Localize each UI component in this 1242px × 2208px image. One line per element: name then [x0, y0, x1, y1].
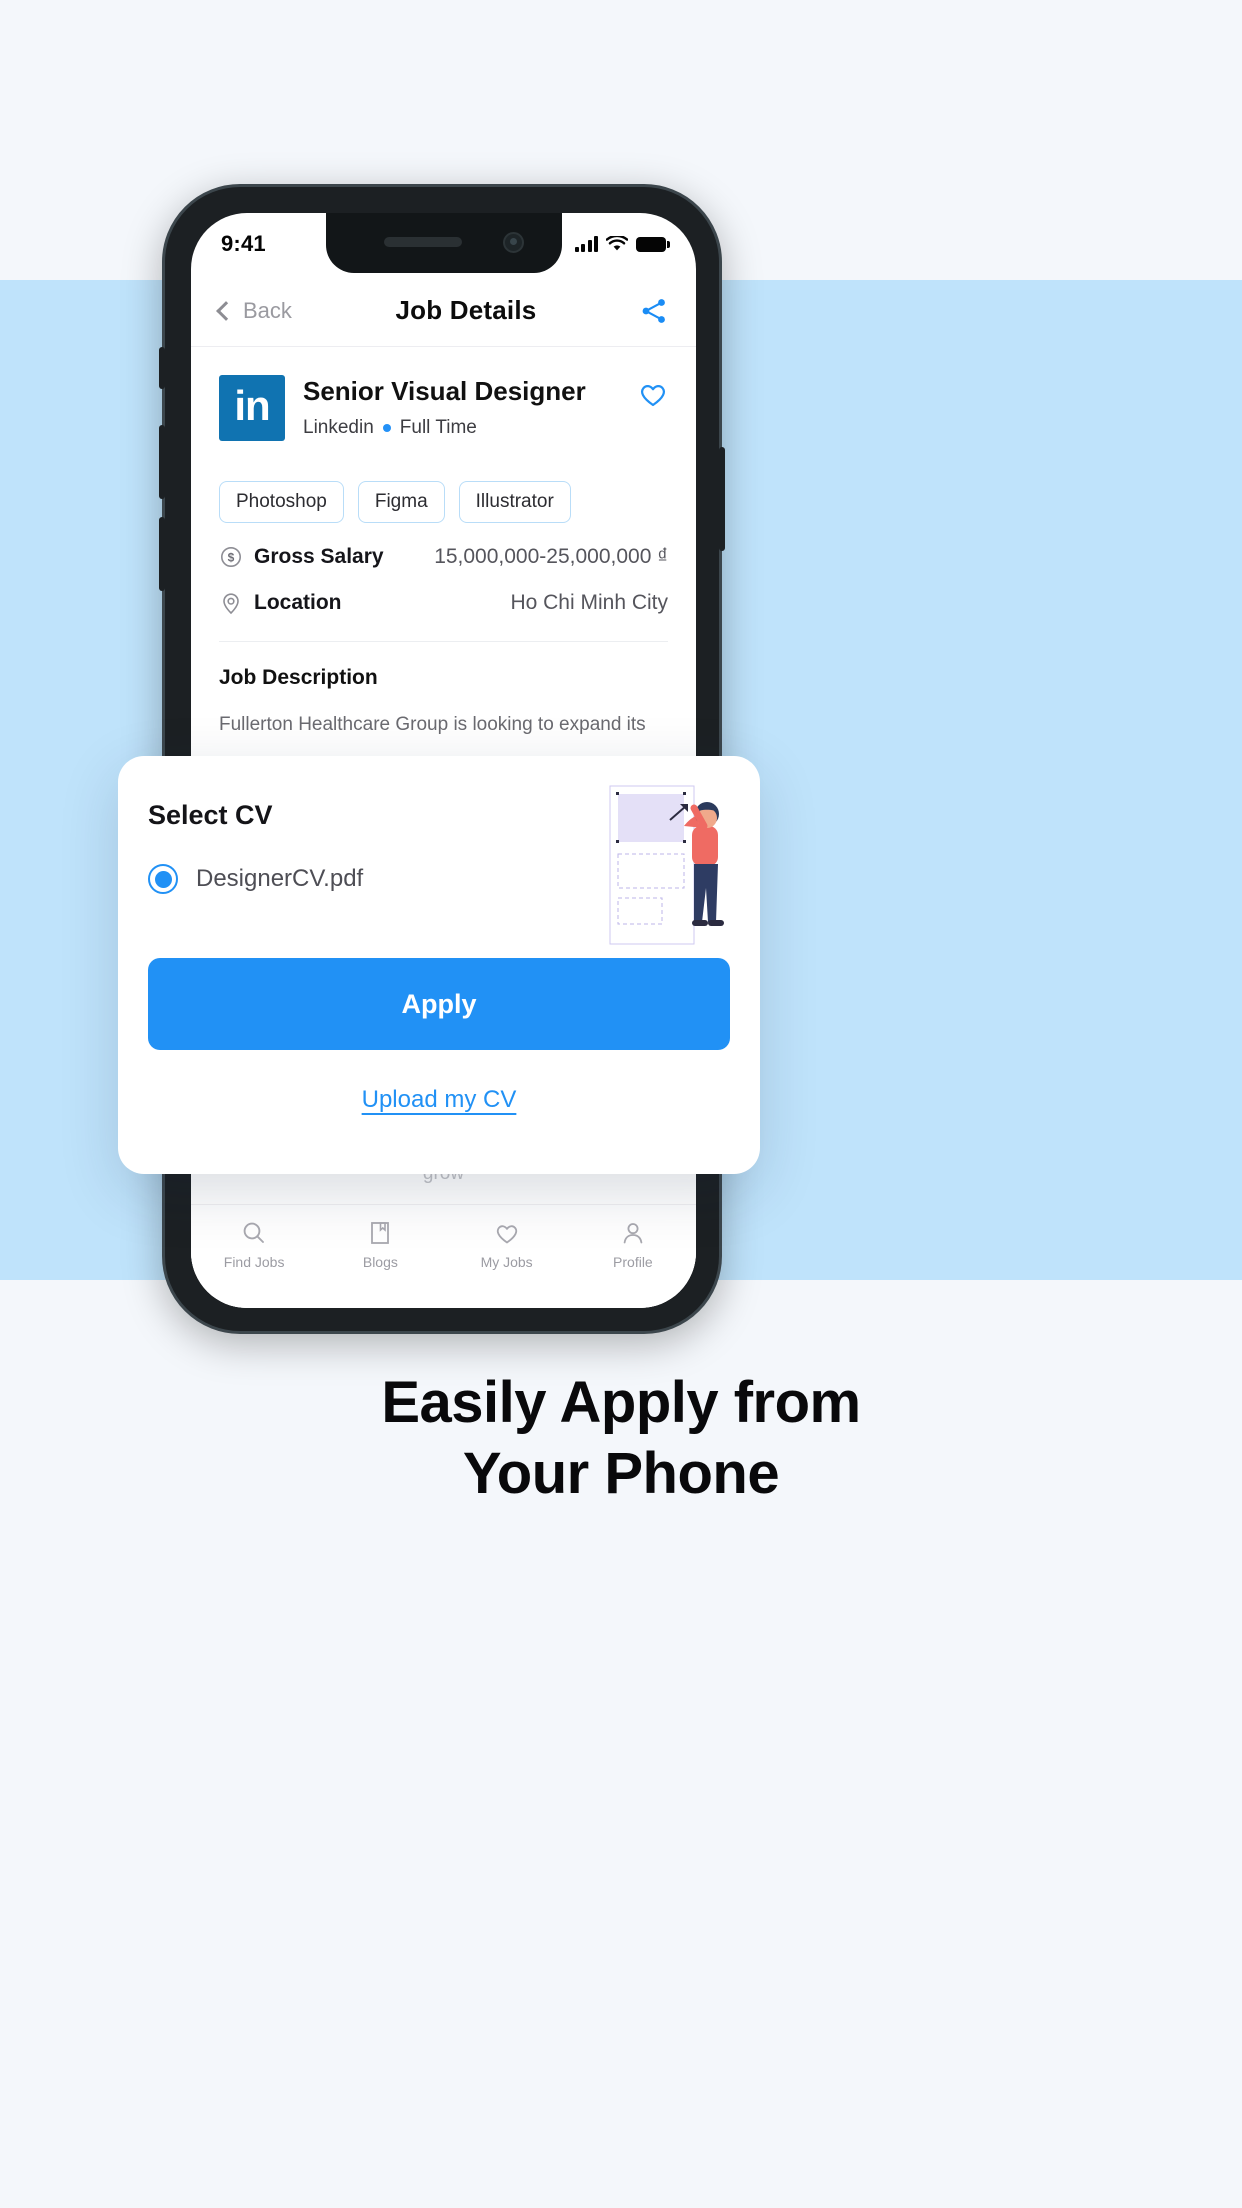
company-logo: in — [219, 375, 285, 441]
company-logo-text: in — [234, 382, 270, 429]
location-label: Location — [254, 591, 342, 614]
search-icon — [243, 1222, 265, 1243]
back-label: Back — [243, 297, 292, 323]
location-value: Ho Chi Minh City — [510, 591, 668, 614]
tab-label: Profile — [613, 1254, 653, 1270]
salary-label: Gross Salary — [254, 545, 384, 568]
phone-notch — [325, 213, 562, 273]
job-subtitle: Linkedin Full Time — [303, 417, 620, 439]
power-button[interactable] — [719, 447, 725, 551]
tab-label: My Jobs — [480, 1254, 533, 1270]
earpiece-speaker — [383, 237, 462, 247]
battery-icon — [636, 236, 670, 252]
tab-profile[interactable]: Profile — [570, 1219, 696, 1270]
dollar-circle-icon: $ — [221, 547, 241, 567]
favorite-heart-icon[interactable] — [638, 379, 668, 409]
cv-option-row[interactable]: DesignerCV.pdf — [148, 864, 363, 894]
status-indicators — [574, 236, 670, 252]
share-icon[interactable] — [640, 297, 668, 325]
bookmark-icon — [371, 1222, 390, 1244]
volume-down-button[interactable] — [159, 517, 165, 591]
promo-headline: Easily Apply from Your Phone — [0, 1368, 1242, 1510]
job-title: Senior Visual Designer — [303, 376, 586, 406]
tab-label: Blogs — [362, 1254, 398, 1270]
heart-icon — [496, 1225, 517, 1244]
headline-line-2: Your Phone — [462, 1440, 780, 1506]
separator-dot-icon — [382, 423, 391, 432]
mute-switch[interactable] — [159, 347, 165, 389]
upload-cv-link[interactable]: Upload my CV — [118, 1086, 760, 1114]
bottom-tab-bar: Find Jobs Blogs My Jobs Profile — [191, 1204, 696, 1308]
radio-selected-icon[interactable] — [148, 864, 178, 894]
select-cv-modal: Select CV DesignerCV.pdf Apply Upload my… — [118, 756, 760, 1174]
headline-line-1: Easily Apply from — [381, 1370, 861, 1435]
modal-title: Select CV — [148, 800, 273, 830]
wifi-icon — [606, 236, 628, 251]
poster-canvas: 9:41 Back Job Details in Senior Visual D… — [0, 0, 1242, 2208]
volume-up-button[interactable] — [159, 425, 165, 499]
back-button[interactable]: Back — [216, 297, 292, 324]
tab-find-jobs[interactable]: Find Jobs — [191, 1219, 317, 1270]
svg-text:$: $ — [228, 551, 235, 565]
signal-bars-icon — [574, 236, 598, 252]
job-meta: Senior Visual Designer Linkedin Full Tim… — [303, 375, 620, 439]
job-header: in Senior Visual Designer Linkedin Full … — [191, 347, 696, 441]
person-designing-illustration — [609, 785, 724, 945]
skill-tag[interactable]: Photoshop — [219, 481, 344, 523]
chevron-left-icon — [216, 300, 236, 321]
employment-type: Full Time — [399, 416, 477, 438]
tab-my-jobs[interactable]: My Jobs — [444, 1219, 570, 1270]
front-camera — [502, 232, 524, 253]
cv-file-name: DesignerCV.pdf — [196, 865, 364, 892]
company-name: Linkedin — [303, 416, 374, 438]
status-time: 9:41 — [221, 231, 266, 256]
apply-button[interactable]: Apply — [148, 958, 730, 1050]
job-description-heading: Job Description — [219, 666, 378, 689]
skill-tag[interactable]: Figma — [357, 481, 445, 523]
page-title: Job Details — [395, 295, 537, 325]
job-description-text: Fullerton Healthcare Group is looking to… — [219, 714, 646, 735]
app-nav-bar: Back Job Details — [191, 275, 696, 347]
location-pin-icon — [223, 593, 239, 615]
skill-tag[interactable]: Illustrator — [458, 481, 571, 523]
tab-label: Find Jobs — [223, 1254, 285, 1270]
tab-blogs[interactable]: Blogs — [317, 1219, 443, 1270]
location-row: Location Ho Chi Minh City — [191, 569, 696, 615]
person-icon — [623, 1223, 643, 1244]
salary-value: 15,000,000-25,000,000 ₫ — [434, 545, 668, 568]
salary-row: $ Gross Salary 15,000,000-25,000,000 ₫ — [191, 523, 696, 569]
skill-tag-list: Photoshop Figma Illustrator — [191, 441, 696, 523]
headline-line-2-wrap: Your Phone — [462, 1439, 780, 1510]
